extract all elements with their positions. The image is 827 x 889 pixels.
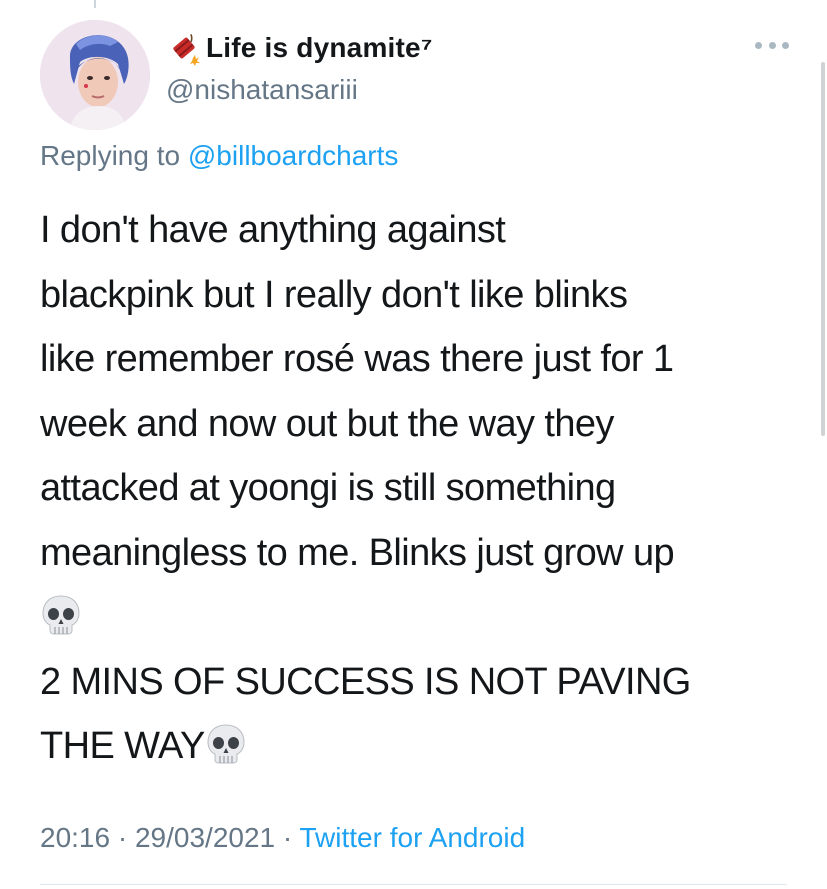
author-name-row[interactable]: Life is dynamite⁷ [166, 28, 433, 68]
thread-connector [94, 0, 96, 8]
replying-prefix: Replying to [40, 140, 181, 171]
dot [782, 41, 789, 49]
tweet-text-line: I don't have anything against [40, 209, 506, 251]
tweet-meta: 20:16 · 29/03/2021 · Twitter for Android [40, 822, 525, 854]
divider [40, 884, 787, 885]
tweet-time[interactable]: 20:16 [40, 822, 110, 853]
tweet-header: Life is dynamite⁷ @nishatansariii [166, 28, 433, 106]
author-handle[interactable]: @nishatansariii [166, 74, 433, 106]
tweet-text-line-last: THE WAY [40, 714, 800, 779]
meta-separator: · [275, 822, 300, 853]
tweet-text: I don't have anything against blackpink … [40, 198, 800, 779]
dot [768, 41, 776, 49]
tweet-source[interactable]: Twitter for Android [300, 822, 526, 853]
tweet-card: Life is dynamite⁷ @nishatansariii Replyi… [0, 0, 827, 889]
scrollbar[interactable] [821, 62, 825, 436]
tweet-date[interactable]: 29/03/2021 [135, 822, 275, 853]
tweet-text-line: like remember rosé was there just for 1 [40, 338, 674, 380]
dynamite-icon [166, 30, 202, 66]
skull-icon [205, 722, 247, 766]
ellipsis-icon[interactable] [755, 38, 789, 52]
dot [755, 41, 762, 49]
tweet-text-line: blackpink but I really don't like blinks [40, 273, 628, 316]
profile-photo [40, 20, 150, 130]
tweet-text-line: week and now out but the way they [40, 402, 614, 445]
tweet-text-line: meaningless to me. Blinks just grow up [40, 531, 675, 574]
avatar[interactable] [40, 20, 150, 130]
tweet-text-line: attacked at yoongi is still something [40, 467, 616, 509]
tweet-text-line-emoji [40, 585, 800, 650]
author-display-name[interactable]: Life is dynamite⁷ [206, 32, 433, 64]
replying-to: Replying to @billboardcharts [40, 140, 398, 172]
meta-separator: · [110, 822, 135, 853]
tweet-text-fragment: THE WAY [40, 725, 205, 767]
tweet-text-line: 2 MINS OF SUCCESS IS NOT PAVING [40, 660, 691, 703]
skull-icon [40, 593, 82, 637]
replying-mention[interactable]: @billboardcharts [188, 140, 399, 171]
